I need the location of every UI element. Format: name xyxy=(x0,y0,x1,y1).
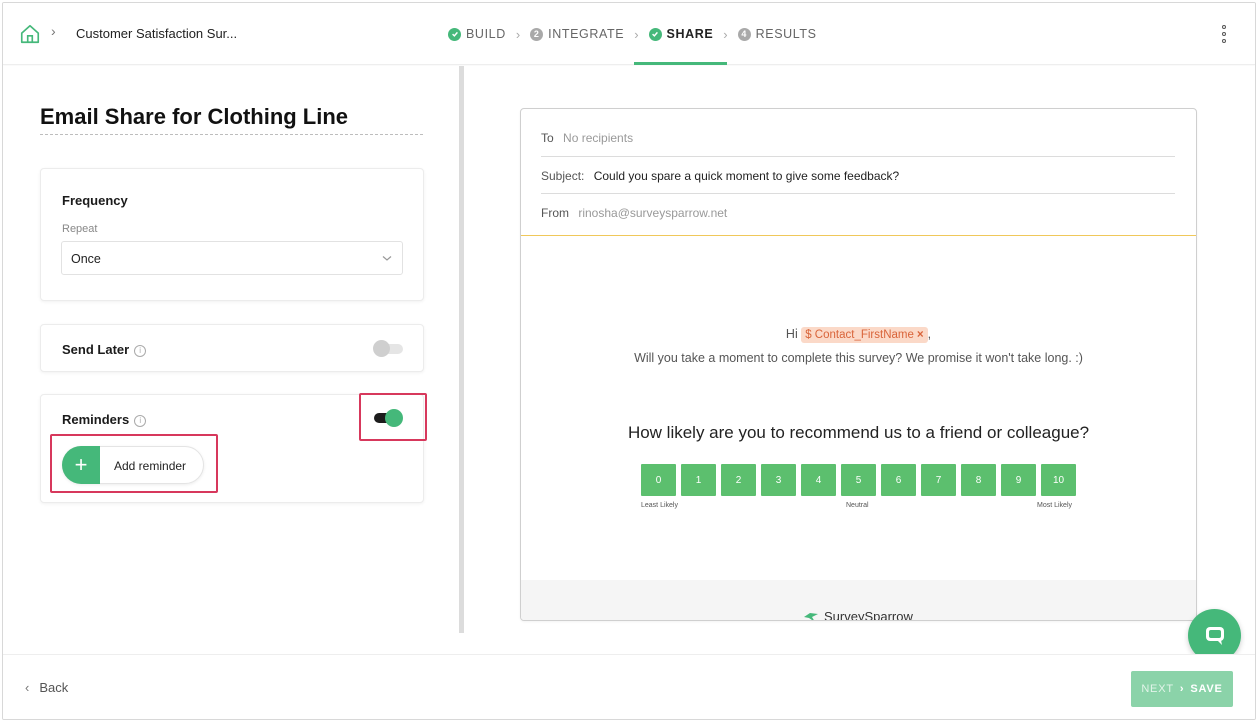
close-icon[interactable]: × xyxy=(917,329,924,341)
back-button[interactable]: ‹ Back xyxy=(25,680,68,695)
brand-name: SurveySparrow xyxy=(824,609,913,621)
scale-option-7[interactable]: 7 xyxy=(921,464,956,496)
send-later-text: Send Later xyxy=(62,342,130,357)
send-later-label: Send Later i xyxy=(62,342,147,357)
from-value: rinosha@surveysparrow.net xyxy=(578,206,728,220)
chevron-left-icon: ‹ xyxy=(25,680,30,695)
step-label: INTEGRATE xyxy=(548,27,625,41)
bottom-bar: ‹ Back NEXT › SAVE xyxy=(3,654,1255,719)
add-reminder-highlight-box xyxy=(50,434,218,493)
scale-option-4[interactable]: 4 xyxy=(801,464,836,496)
subject-label: Subject: xyxy=(541,169,585,183)
email-footer: SurveySparrow xyxy=(521,580,1196,621)
scale-option-0[interactable]: 0 xyxy=(641,464,676,496)
step-navigation: BUILD › 2 INTEGRATE › SHARE › 4 RESULTS xyxy=(448,3,817,65)
frequency-card: Frequency Repeat Once xyxy=(40,168,424,301)
next-label: NEXT xyxy=(1141,683,1174,695)
scale-option-6[interactable]: 6 xyxy=(881,464,916,496)
check-circle-icon xyxy=(448,27,461,41)
repeat-select-value: Once xyxy=(71,252,101,266)
surveysparrow-logo: SurveySparrow xyxy=(803,609,913,621)
scale-high-label: Most Likely xyxy=(1037,502,1073,509)
step-share[interactable]: SHARE xyxy=(633,3,728,65)
intro-text: Will you take a moment to complete this … xyxy=(634,351,1083,365)
merge-tag-pill[interactable]: $ Contact_FirstName × xyxy=(801,327,928,343)
scale-option-8[interactable]: 8 xyxy=(961,464,996,496)
header-separator xyxy=(521,235,1196,236)
survey-question: How likely are you to recommend us to a … xyxy=(627,423,1090,442)
page-title[interactable]: Email Share for Clothing Line xyxy=(40,104,348,130)
scale-mid-label: Neutral xyxy=(846,502,869,509)
scale-option-10[interactable]: 10 xyxy=(1041,464,1076,496)
chevron-right-icon: › xyxy=(1179,683,1185,695)
greeting-line: Hi $ Contact_FirstName ×, xyxy=(521,327,1196,343)
step-label: SHARE xyxy=(666,27,714,41)
scale-option-9[interactable]: 9 xyxy=(1001,464,1036,496)
scale-option-2[interactable]: 2 xyxy=(721,464,756,496)
reminders-label: Reminders i xyxy=(62,412,147,427)
chevron-right-icon: › xyxy=(723,26,728,42)
send-later-card: Send Later i xyxy=(40,324,424,372)
share-settings-panel: Email Share for Clothing Line Frequency … xyxy=(3,66,460,654)
top-bar: › Customer Satisfaction Sur... BUILD › 2… xyxy=(3,3,1255,65)
divider xyxy=(541,193,1175,194)
step-label: BUILD xyxy=(466,27,506,41)
nps-scale: 0 1 2 3 4 5 6 7 8 9 10 xyxy=(641,464,1081,496)
step-number-badge: 2 xyxy=(530,27,544,41)
to-value: No recipients xyxy=(563,131,634,145)
scale-option-5[interactable]: 5 xyxy=(841,464,876,496)
chevron-right-icon: › xyxy=(51,23,56,39)
to-label: To xyxy=(541,131,554,145)
reminders-text: Reminders xyxy=(62,412,130,427)
title-underline xyxy=(40,134,423,135)
scale-option-1[interactable]: 1 xyxy=(681,464,716,496)
greeting-suffix: , xyxy=(927,327,932,341)
back-label: Back xyxy=(39,680,69,695)
scale-option-3[interactable]: 3 xyxy=(761,464,796,496)
chevron-right-icon: › xyxy=(634,26,639,42)
frequency-label: Frequency xyxy=(62,193,128,208)
chevron-down-icon xyxy=(382,256,392,261)
info-icon[interactable]: i xyxy=(134,344,147,357)
more-options-icon[interactable] xyxy=(1221,25,1227,43)
greeting-text: Hi xyxy=(785,327,798,341)
merge-tag-text: $ Contact_FirstName xyxy=(805,329,914,341)
email-preview-panel: To No recipients Subject: Could you spar… xyxy=(464,66,1255,654)
chevron-right-icon: › xyxy=(515,26,521,42)
repeat-label: Repeat xyxy=(62,223,98,235)
to-row[interactable]: To No recipients xyxy=(541,131,1177,145)
subject-value: Could you spare a quick moment to give s… xyxy=(593,169,900,183)
repeat-select[interactable]: Once xyxy=(61,241,403,275)
step-label: RESULTS xyxy=(755,27,817,41)
step-integrate[interactable]: 2 INTEGRATE xyxy=(530,3,624,65)
toggle-highlight-box xyxy=(359,393,427,441)
save-label: SAVE xyxy=(1190,683,1223,695)
from-row[interactable]: From rinosha@surveysparrow.net xyxy=(541,206,1177,220)
info-icon[interactable]: i xyxy=(134,414,147,427)
from-label: From xyxy=(541,206,569,220)
step-results[interactable]: 4 RESULTS xyxy=(737,3,817,65)
check-circle-icon xyxy=(648,27,662,41)
email-preview: To No recipients Subject: Could you spar… xyxy=(520,108,1197,621)
subject-row[interactable]: Subject: Could you spare a quick moment … xyxy=(541,169,1177,183)
divider xyxy=(541,156,1175,157)
home-icon[interactable] xyxy=(19,23,41,45)
sparrow-icon xyxy=(804,612,818,620)
survey-title-breadcrumb[interactable]: Customer Satisfaction Sur... xyxy=(76,26,237,41)
scale-low-label: Least Likely xyxy=(641,502,678,509)
step-build[interactable]: BUILD xyxy=(448,3,506,65)
send-later-toggle[interactable] xyxy=(373,340,403,357)
app-window: › Customer Satisfaction Sur... BUILD › 2… xyxy=(2,2,1256,720)
chat-bubble-icon xyxy=(1205,626,1224,645)
next-save-button[interactable]: NEXT › SAVE xyxy=(1131,671,1233,707)
step-number-badge: 4 xyxy=(737,27,751,41)
